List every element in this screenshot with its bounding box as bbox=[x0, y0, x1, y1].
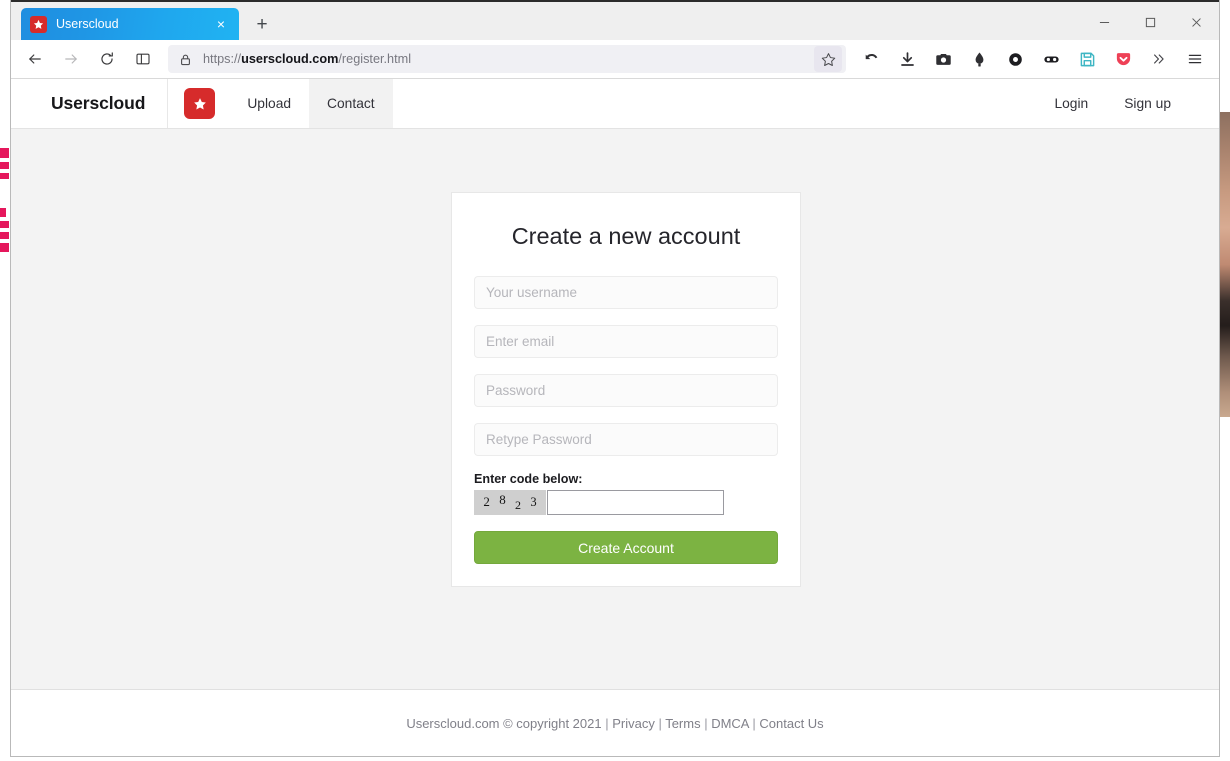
browser-toolbar: https://userscloud.com/register.html bbox=[11, 40, 1219, 79]
window-controls bbox=[1081, 2, 1219, 42]
email-input[interactable] bbox=[474, 325, 778, 358]
padlock-icon bbox=[179, 53, 192, 66]
captcha-digit: 8 bbox=[499, 492, 506, 507]
footer-separator: | bbox=[700, 715, 712, 731]
nav-item-login[interactable]: Login bbox=[1036, 79, 1106, 128]
background-accent-bar bbox=[0, 162, 9, 169]
undo-icon[interactable] bbox=[856, 44, 886, 74]
create-account-button[interactable]: Create Account bbox=[474, 531, 778, 564]
background-accent-bar bbox=[0, 243, 9, 252]
footer-separator: | bbox=[601, 715, 613, 731]
page-body: Create a new account Enter code below: 2… bbox=[11, 129, 1219, 689]
nav-item-signup[interactable]: Sign up bbox=[1106, 79, 1189, 128]
download-icon[interactable] bbox=[892, 44, 922, 74]
page-viewport: Userscloud Upload Contact Login Sign up … bbox=[11, 79, 1219, 756]
tab-close-icon[interactable]: × bbox=[211, 14, 231, 34]
back-arrow-icon[interactable] bbox=[19, 44, 51, 74]
star-outline-icon[interactable] bbox=[814, 46, 842, 72]
url-prefix: https:// bbox=[203, 52, 242, 66]
maximize-icon[interactable] bbox=[1127, 2, 1173, 42]
sidebar-panel-icon[interactable] bbox=[127, 44, 159, 74]
captcha-row: 2 8 2 3 bbox=[474, 490, 778, 515]
retype-password-input[interactable] bbox=[474, 423, 778, 456]
reload-icon[interactable] bbox=[91, 44, 123, 74]
register-card: Create a new account Enter code below: 2… bbox=[451, 192, 801, 587]
footer-text: Userscloud.com © copyright 2021 | Privac… bbox=[406, 716, 823, 731]
page-title: Create a new account bbox=[511, 223, 741, 249]
close-icon[interactable] bbox=[1173, 2, 1219, 42]
logo-badge[interactable] bbox=[168, 79, 229, 128]
new-tab-button[interactable]: + bbox=[248, 10, 276, 38]
browser-tab-title: Userscloud bbox=[56, 17, 119, 31]
footer-link-contact-us[interactable]: Contact Us bbox=[759, 716, 823, 731]
username-input[interactable] bbox=[474, 276, 778, 309]
browser-window: Userscloud × + https://userscloud.com/re… bbox=[10, 0, 1220, 757]
background-window-right-edge bbox=[1219, 112, 1230, 417]
nav-item-contact[interactable]: Contact bbox=[309, 79, 393, 128]
site-brand-title: Userscloud bbox=[51, 93, 146, 113]
password-input[interactable] bbox=[474, 374, 778, 407]
account-nav: Login Sign up bbox=[1036, 79, 1219, 128]
site-header: Userscloud Upload Contact Login Sign up bbox=[11, 79, 1219, 129]
background-accent-bar bbox=[0, 148, 9, 158]
star-icon bbox=[30, 15, 47, 33]
captcha-label: Enter code below: bbox=[474, 472, 583, 486]
captcha-input[interactable] bbox=[547, 490, 724, 515]
captcha-digit: 3 bbox=[530, 495, 537, 510]
site-footer: Userscloud.com © copyright 2021 | Privac… bbox=[11, 689, 1219, 756]
camera-icon[interactable] bbox=[928, 44, 958, 74]
pocket-icon[interactable] bbox=[1108, 44, 1138, 74]
browser-tab[interactable]: Userscloud × bbox=[21, 8, 239, 40]
captcha-digit: 2 bbox=[515, 497, 522, 512]
url-domain: userscloud.com bbox=[241, 52, 339, 66]
footer-link-privacy[interactable]: Privacy bbox=[612, 716, 655, 731]
address-bar[interactable]: https://userscloud.com/register.html bbox=[168, 45, 846, 73]
footer-separator: | bbox=[654, 715, 666, 731]
background-accent-bar bbox=[0, 232, 9, 239]
chevron-double-right-icon[interactable] bbox=[1143, 44, 1175, 74]
footer-link-terms[interactable]: Terms bbox=[665, 716, 700, 731]
captcha-image: 2 8 2 3 bbox=[474, 490, 546, 515]
goggles-icon[interactable] bbox=[1036, 44, 1066, 74]
captcha-digit: 2 bbox=[483, 494, 490, 509]
brand-area[interactable]: Userscloud bbox=[11, 79, 169, 128]
hamburger-menu-icon[interactable] bbox=[1179, 44, 1211, 74]
forward-arrow-icon[interactable] bbox=[55, 44, 87, 74]
footer-separator: | bbox=[748, 715, 760, 731]
star-icon bbox=[184, 88, 216, 119]
footer-copyright: Userscloud.com © copyright 2021 bbox=[406, 715, 602, 731]
floppy-save-icon[interactable] bbox=[1072, 44, 1102, 74]
footer-link-dmca[interactable]: DMCA bbox=[711, 716, 749, 731]
minimize-icon[interactable] bbox=[1081, 2, 1127, 42]
browser-tab-strip: Userscloud × + bbox=[11, 0, 1219, 40]
primary-nav: Upload Contact bbox=[229, 79, 393, 128]
background-accent-bar bbox=[0, 208, 6, 217]
background-accent-bar bbox=[0, 221, 9, 228]
ink-drop-icon[interactable] bbox=[964, 44, 994, 74]
url-text: https://userscloud.com/register.html bbox=[203, 52, 814, 66]
url-path: /register.html bbox=[338, 52, 412, 66]
extension-icons bbox=[853, 44, 1141, 74]
nav-item-upload[interactable]: Upload bbox=[229, 79, 309, 128]
background-accent-bar bbox=[0, 173, 9, 179]
circle-ring-icon[interactable] bbox=[1000, 44, 1030, 74]
